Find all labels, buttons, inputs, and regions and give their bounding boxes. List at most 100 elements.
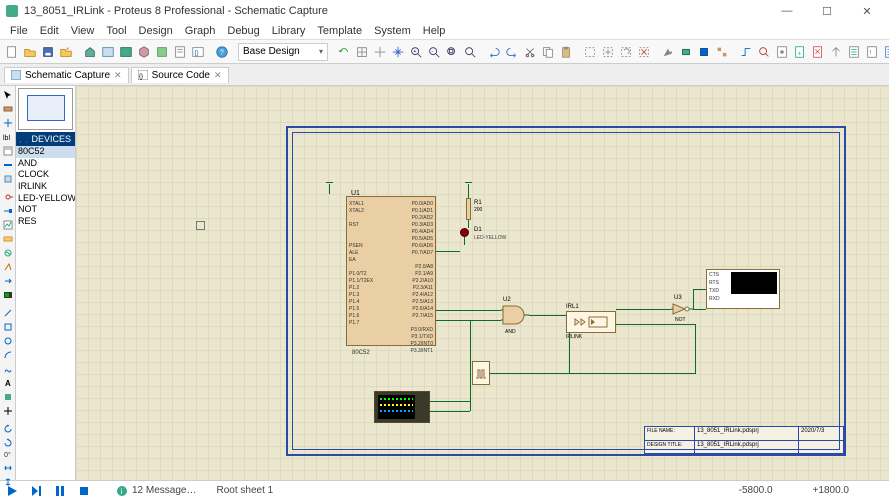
selection-mode-icon[interactable]: [2, 90, 14, 100]
menu-help[interactable]: Help: [417, 25, 452, 37]
2d-arc-icon[interactable]: [2, 350, 14, 360]
tape-icon[interactable]: [2, 234, 14, 244]
library-icon[interactable]: L: [26, 135, 28, 144]
menu-system[interactable]: System: [368, 25, 417, 37]
device-item[interactable]: CLOCK: [16, 169, 75, 181]
redo-icon[interactable]: [504, 43, 520, 61]
decompose-icon[interactable]: [714, 43, 730, 61]
pcb-icon[interactable]: [118, 43, 134, 61]
rotate-ccw-icon[interactable]: [2, 438, 14, 448]
marker-mode-icon[interactable]: [2, 406, 14, 416]
zoom-out-icon[interactable]: -: [426, 43, 442, 61]
component-mode-icon[interactable]: [2, 104, 14, 114]
device-item[interactable]: AND: [16, 158, 75, 170]
stop-button[interactable]: [73, 483, 95, 499]
bom-report-icon[interactable]: [846, 43, 862, 61]
component-oscilloscope[interactable]: [374, 391, 430, 423]
cut-icon[interactable]: [522, 43, 538, 61]
probe-voltage-icon[interactable]: [2, 262, 14, 272]
origin-icon[interactable]: [372, 43, 388, 61]
home-icon[interactable]: [82, 43, 98, 61]
new-sheet-icon[interactable]: +: [792, 43, 808, 61]
pick-icon[interactable]: [660, 43, 676, 61]
2d-circle-icon[interactable]: [2, 336, 14, 346]
paste-icon[interactable]: [558, 43, 574, 61]
tab-schematic[interactable]: Schematic Capture ✕: [4, 67, 129, 83]
package-icon[interactable]: [696, 43, 712, 61]
menu-edit[interactable]: Edit: [34, 25, 65, 37]
play-button[interactable]: [1, 483, 23, 499]
mirror-h-icon[interactable]: [2, 463, 14, 473]
junction-icon[interactable]: [2, 118, 14, 128]
close-project-icon[interactable]: ×: [58, 43, 74, 61]
component-resistor[interactable]: [466, 198, 471, 220]
terminal-mode-icon[interactable]: [2, 192, 14, 202]
menu-tool[interactable]: Tool: [100, 25, 132, 37]
find-icon[interactable]: [756, 43, 772, 61]
device-item[interactable]: LED-YELLOW: [16, 193, 75, 205]
wire-label-icon[interactable]: lbl: [2, 132, 14, 142]
source-code-icon[interactable]: {}: [190, 43, 206, 61]
copy-icon[interactable]: [540, 43, 556, 61]
2d-box-icon[interactable]: [2, 322, 14, 332]
zoom-area-icon[interactable]: [462, 43, 478, 61]
device-list[interactable]: 80C52 AND CLOCK IRLINK LED-YELLOW NOT RE…: [16, 146, 75, 480]
2d-text-icon[interactable]: A: [2, 378, 14, 388]
wire-autoroute-icon[interactable]: [738, 43, 754, 61]
tab-close-icon[interactable]: ✕: [214, 70, 222, 81]
component-led[interactable]: [460, 228, 469, 237]
tab-close-icon[interactable]: ✕: [114, 70, 122, 81]
3d-icon[interactable]: [136, 43, 152, 61]
refresh-icon[interactable]: [336, 43, 352, 61]
component-clock[interactable]: [472, 361, 490, 385]
2d-path-icon[interactable]: [2, 364, 14, 374]
block-move-icon[interactable]: [600, 43, 616, 61]
tab-source-code[interactable]: {} Source Code ✕: [131, 67, 229, 83]
component-and-gate[interactable]: [501, 304, 529, 326]
component-not-gate[interactable]: [671, 302, 693, 316]
close-button[interactable]: ✕: [851, 2, 883, 20]
save-file-icon[interactable]: [40, 43, 56, 61]
pan-icon[interactable]: [390, 43, 406, 61]
probe-current-icon[interactable]: [2, 276, 14, 286]
overview-panel[interactable]: [18, 88, 73, 130]
menu-design[interactable]: Design: [133, 25, 179, 37]
rotate-cw-icon[interactable]: [2, 424, 14, 434]
sheet-indicator[interactable]: Root sheet 1: [216, 485, 273, 496]
erc-icon[interactable]: !: [864, 43, 880, 61]
instrument-icon[interactable]: [2, 290, 14, 300]
device-item[interactable]: IRLINK: [16, 181, 75, 193]
generator-icon[interactable]: [2, 248, 14, 258]
schematic-icon[interactable]: [100, 43, 116, 61]
device-pin-icon[interactable]: [2, 206, 14, 216]
text-script-icon[interactable]: [2, 146, 14, 156]
pick-device-icon[interactable]: P: [20, 135, 22, 144]
component-mcu[interactable]: U1 XTAL1XTAL2RSTPSENALEEAP1.0/T2P1.1/T2E…: [346, 196, 436, 346]
block-copy-icon[interactable]: [582, 43, 598, 61]
block-rotate-icon[interactable]: [618, 43, 634, 61]
menu-debug[interactable]: Debug: [221, 25, 265, 37]
menu-graph[interactable]: Graph: [179, 25, 222, 37]
help-icon[interactable]: ?: [214, 43, 230, 61]
menu-library[interactable]: Library: [266, 25, 312, 37]
graph-mode-icon[interactable]: [2, 220, 14, 230]
new-file-icon[interactable]: [4, 43, 20, 61]
device-item[interactable]: NOT: [16, 204, 75, 216]
undo-icon[interactable]: [486, 43, 502, 61]
bom-icon[interactable]: [172, 43, 188, 61]
exit-hierarchy-icon[interactable]: [828, 43, 844, 61]
netlist-icon[interactable]: [882, 43, 889, 61]
step-button[interactable]: [25, 483, 47, 499]
device-item[interactable]: 80C52: [16, 146, 75, 158]
zoom-all-icon[interactable]: [444, 43, 460, 61]
schematic-canvas[interactable]: FILE NAME:13_8051_IRLink.pdsprj2020/7/3 …: [76, 86, 889, 480]
grid-icon[interactable]: [354, 43, 370, 61]
gerber-icon[interactable]: [154, 43, 170, 61]
maximize-button[interactable]: ☐: [811, 2, 843, 20]
component-irlink[interactable]: [566, 311, 616, 333]
symbol-mode-icon[interactable]: [2, 392, 14, 402]
component-icon[interactable]: [678, 43, 694, 61]
bus-icon[interactable]: [2, 160, 14, 170]
device-item[interactable]: RES: [16, 216, 75, 228]
subcircuit-icon[interactable]: [2, 174, 14, 184]
